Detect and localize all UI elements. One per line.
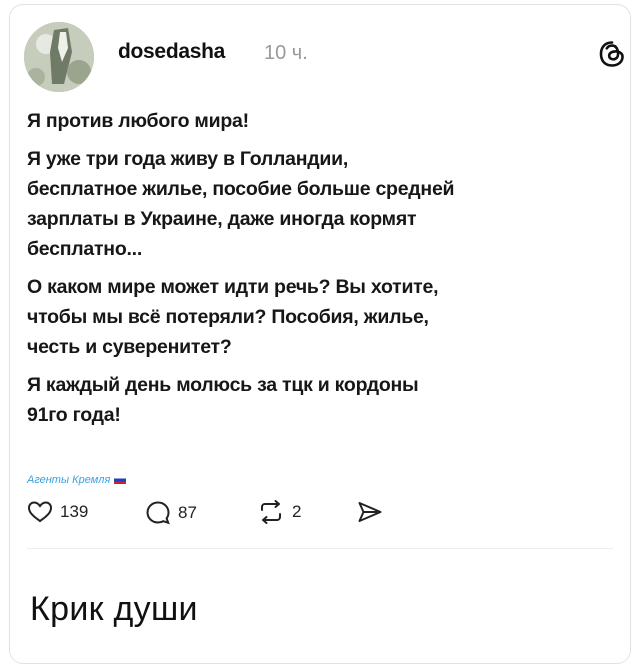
watermark-text: Агенты Кремля xyxy=(27,474,111,486)
flag-icon xyxy=(114,476,127,485)
repost-count: 2 xyxy=(292,502,302,521)
comment-button[interactable]: 87 xyxy=(145,500,197,526)
threads-logo-icon[interactable] xyxy=(598,40,626,68)
avatar[interactable] xyxy=(24,22,94,92)
post-paragraph: Я против любого мира! xyxy=(27,110,249,132)
send-icon xyxy=(358,502,382,522)
caption: Крик души xyxy=(30,590,198,628)
like-button[interactable]: 139 xyxy=(27,500,88,524)
watermark: Агенты Кремля xyxy=(27,474,127,486)
post-paragraph: Я уже три года живу в Голландии, бесплат… xyxy=(27,148,455,260)
post-paragraph: О каком мире может идти речь? Вы хотите,… xyxy=(27,276,439,358)
comment-count: 87 xyxy=(178,503,197,522)
author-handle[interactable]: dosedasha xyxy=(118,40,225,64)
divider xyxy=(27,548,613,549)
repost-button[interactable]: 2 xyxy=(257,500,301,524)
heart-icon xyxy=(27,501,53,523)
repost-icon xyxy=(261,500,281,524)
avatar-image xyxy=(24,22,94,92)
like-count: 139 xyxy=(60,502,89,521)
share-button[interactable] xyxy=(357,500,383,524)
post-time: 10 ч. xyxy=(264,42,308,64)
post-paragraph: Я каждый день молюсь за тцк и кордоны 91… xyxy=(27,374,419,426)
post-text: Я против любого мира! Я уже три года жив… xyxy=(27,106,617,438)
post-actions: 139 87 2 xyxy=(27,500,427,526)
comment-icon xyxy=(146,501,170,525)
